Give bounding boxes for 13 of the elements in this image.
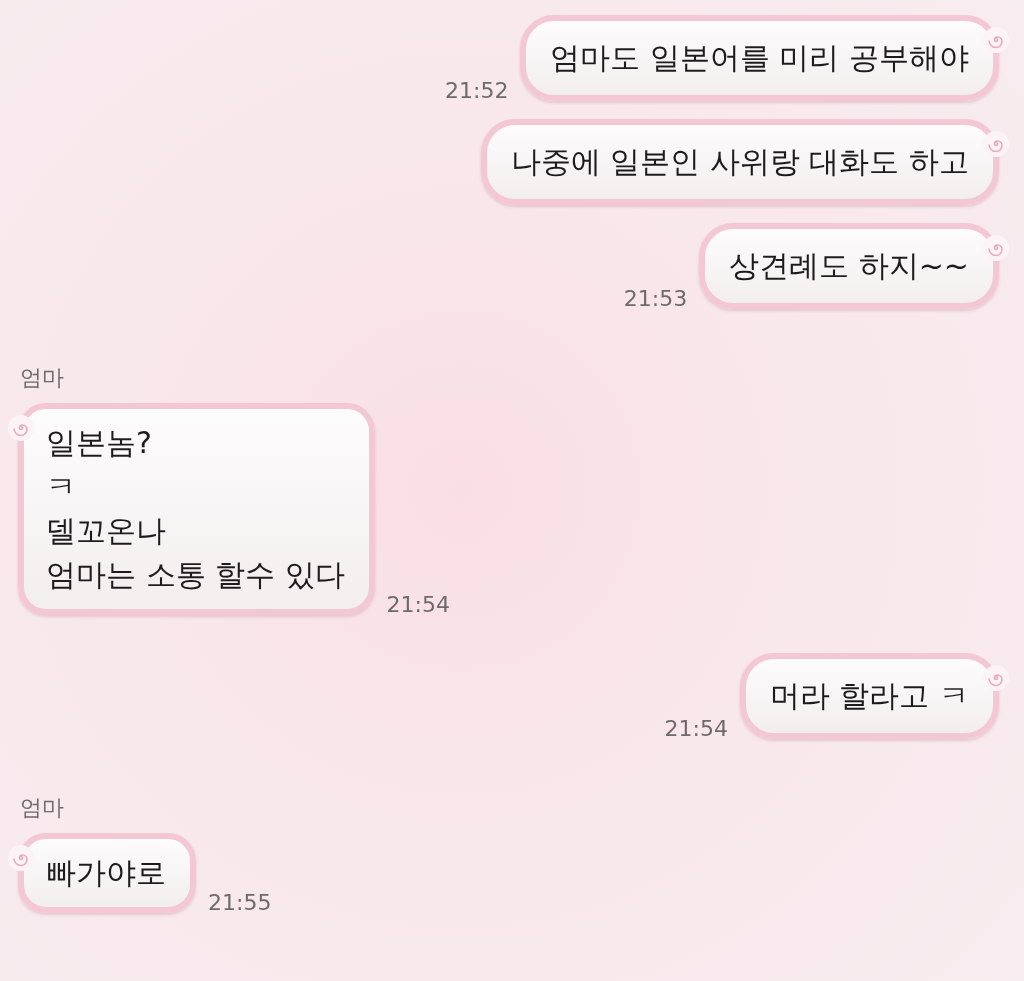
message-time: 21:53 — [623, 286, 688, 311]
flower-icon — [6, 843, 36, 873]
flower-icon — [981, 25, 1011, 55]
flower-icon — [981, 663, 1011, 693]
message-time: 21:54 — [386, 592, 450, 617]
sender-name: 엄마 — [19, 364, 65, 392]
sender-name: 엄마 — [19, 794, 65, 822]
message-time: 21:55 — [208, 890, 272, 915]
message-time: 21:54 — [664, 716, 728, 741]
flower-icon — [981, 129, 1011, 159]
flower-icon — [6, 413, 36, 443]
flower-icon — [981, 233, 1011, 263]
message-time: 21:52 — [445, 78, 509, 103]
